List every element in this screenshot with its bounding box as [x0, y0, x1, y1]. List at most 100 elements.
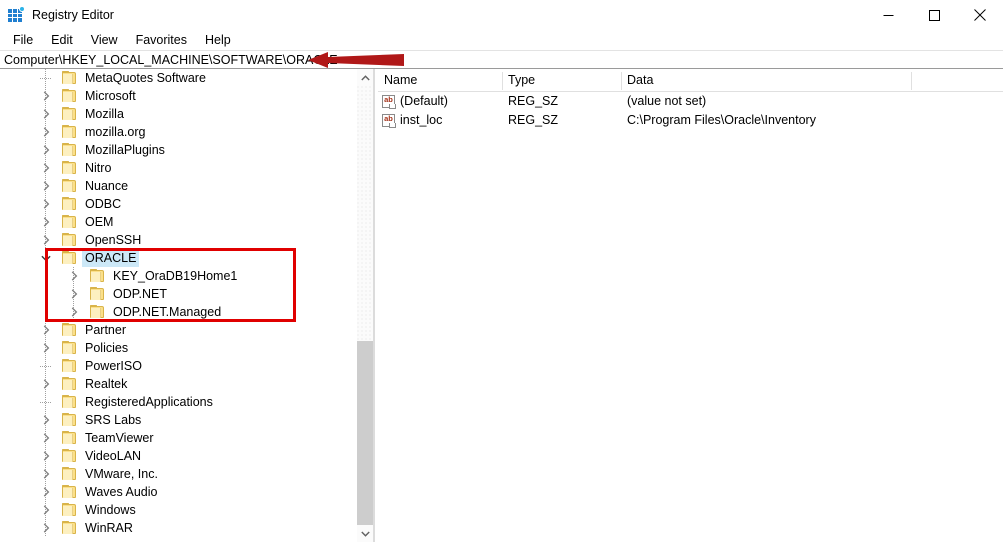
- folder-icon: [62, 125, 78, 139]
- tree-item-oracle[interactable]: ORACLE: [0, 249, 356, 267]
- close-button[interactable]: [957, 0, 1003, 30]
- value-data: C:\Program Files\Oracle\Inventory: [627, 113, 816, 127]
- tree-item-odbc[interactable]: ODBC: [0, 195, 356, 213]
- tree-leaf-spacer: [38, 393, 54, 411]
- folder-icon: [62, 143, 78, 157]
- tree-item-label: OpenSSH: [85, 233, 142, 247]
- scroll-down-arrow-icon[interactable]: [357, 525, 374, 542]
- tree-item-key-oradb19home1[interactable]: KEY_OraDB19Home1: [0, 267, 356, 285]
- maximize-button[interactable]: [911, 0, 957, 30]
- tree-item-mozillaplugins[interactable]: MozillaPlugins: [0, 141, 356, 159]
- column-header-name[interactable]: Name: [378, 69, 417, 92]
- column-divider[interactable]: [911, 72, 912, 90]
- tree-item-metaquotes-software[interactable]: MetaQuotes Software: [0, 69, 356, 87]
- tree-expand-chevron-right-icon[interactable]: [38, 501, 54, 519]
- address-bar[interactable]: Computer\HKEY_LOCAL_MACHINE\SOFTWARE\ORA…: [0, 50, 1003, 69]
- tree-item-odp-net[interactable]: ODP.NET: [0, 285, 356, 303]
- tree-expand-chevron-right-icon[interactable]: [38, 429, 54, 447]
- menu-item-view[interactable]: View: [82, 30, 127, 50]
- column-divider[interactable]: [621, 72, 622, 90]
- scroll-up-arrow-icon[interactable]: [357, 69, 374, 86]
- tree-expand-chevron-right-icon[interactable]: [38, 159, 54, 177]
- folder-icon: [62, 107, 78, 121]
- tree-item-label: RegisteredApplications: [85, 395, 213, 409]
- menu-item-help[interactable]: Help: [196, 30, 240, 50]
- tree-expand-chevron-right-icon[interactable]: [38, 87, 54, 105]
- tree-item-nuance[interactable]: Nuance: [0, 177, 356, 195]
- tree-expand-chevron-right-icon[interactable]: [38, 465, 54, 483]
- registry-value-row[interactable]: ab inst_loc REG_SZ C:\Program Files\Oracle\…: [378, 111, 1003, 130]
- tree-item-mozilla-org[interactable]: mozilla.org: [0, 123, 356, 141]
- tree-expand-chevron-right-icon[interactable]: [66, 285, 82, 303]
- tree-expand-chevron-right-icon[interactable]: [38, 231, 54, 249]
- content-area: MetaQuotes Software Microsoft Mozilla mozil…: [0, 69, 1003, 542]
- folder-icon: [62, 161, 78, 175]
- tree-item-poweriso[interactable]: PowerISO: [0, 357, 356, 375]
- folder-icon: [62, 179, 78, 193]
- folder-icon: [62, 467, 78, 481]
- tree-item-label: Microsoft: [85, 89, 136, 103]
- column-header-type[interactable]: Type: [502, 69, 535, 92]
- tree-item-label: TeamViewer: [85, 431, 154, 445]
- title-bar: Registry Editor: [0, 0, 1003, 30]
- tree-item-label: Partner: [85, 323, 126, 337]
- tree-item-label: Policies: [85, 341, 129, 355]
- tree-item-policies[interactable]: Policies: [0, 339, 356, 357]
- tree-expand-chevron-right-icon[interactable]: [38, 141, 54, 159]
- tree-scrollbar[interactable]: [356, 69, 374, 542]
- menu-item-favorites[interactable]: Favorites: [127, 30, 196, 50]
- tree-expand-chevron-right-icon[interactable]: [38, 213, 54, 231]
- tree-item-winrar[interactable]: WinRAR: [0, 519, 356, 537]
- folder-icon: [62, 251, 78, 265]
- tree-item-label: Nuance: [85, 179, 129, 193]
- tree-collapse-chevron-down-icon[interactable]: [38, 249, 54, 267]
- tree-expand-chevron-right-icon[interactable]: [38, 483, 54, 501]
- tree-item-realtek[interactable]: Realtek: [0, 375, 356, 393]
- minimize-button[interactable]: [865, 0, 911, 30]
- tree-expand-chevron-right-icon[interactable]: [66, 303, 82, 321]
- tree-item-nitro[interactable]: Nitro: [0, 159, 356, 177]
- registry-value-row[interactable]: ab (Default) REG_SZ (value not set): [378, 92, 1003, 111]
- tree-item-windows[interactable]: Windows: [0, 501, 356, 519]
- tree-expand-chevron-right-icon[interactable]: [38, 375, 54, 393]
- tree-expand-chevron-right-icon[interactable]: [38, 195, 54, 213]
- tree-expand-chevron-right-icon[interactable]: [38, 339, 54, 357]
- tree-leaf-spacer: [38, 357, 54, 375]
- tree-expand-chevron-right-icon[interactable]: [66, 267, 82, 285]
- tree-expand-chevron-right-icon[interactable]: [38, 321, 54, 339]
- window-controls: [865, 0, 1003, 30]
- tree-item-label: Mozilla: [85, 107, 124, 121]
- menu-item-edit[interactable]: Edit: [42, 30, 82, 50]
- column-divider[interactable]: [502, 72, 503, 90]
- tree-item-oem[interactable]: OEM: [0, 213, 356, 231]
- tree-item-srs-labs[interactable]: SRS Labs: [0, 411, 356, 429]
- tree-scrollbar-thumb[interactable]: [357, 341, 374, 525]
- tree-item-label: WinRAR: [85, 521, 133, 535]
- tree-item-label: PowerISO: [85, 359, 142, 373]
- folder-icon: [62, 503, 78, 517]
- folder-icon: [62, 521, 78, 535]
- tree-item-odp-net-managed[interactable]: ODP.NET.Managed: [0, 303, 356, 321]
- tree-expand-chevron-right-icon[interactable]: [38, 123, 54, 141]
- tree-item-waves-audio[interactable]: Waves Audio: [0, 483, 356, 501]
- tree-item-videolan[interactable]: VideoLAN: [0, 447, 356, 465]
- column-header-data[interactable]: Data: [621, 69, 653, 92]
- tree-item-openssh[interactable]: OpenSSH: [0, 231, 356, 249]
- folder-icon: [62, 197, 78, 211]
- tree-item-vmware-inc[interactable]: VMware, Inc.: [0, 465, 356, 483]
- tree-item-partner[interactable]: Partner: [0, 321, 356, 339]
- tree-expand-chevron-right-icon[interactable]: [38, 411, 54, 429]
- menu-bar: File Edit View Favorites Help: [0, 30, 1003, 50]
- tree-expand-chevron-right-icon[interactable]: [38, 519, 54, 537]
- tree-item-registeredapplications[interactable]: RegisteredApplications: [0, 393, 356, 411]
- tree-item-mozilla[interactable]: Mozilla: [0, 105, 356, 123]
- menu-item-file[interactable]: File: [4, 30, 42, 50]
- tree-expand-chevron-right-icon[interactable]: [38, 447, 54, 465]
- tree-expand-chevron-right-icon[interactable]: [38, 105, 54, 123]
- registry-editor-icon: [8, 6, 25, 23]
- value-type: REG_SZ: [508, 113, 559, 127]
- tree-item-microsoft[interactable]: Microsoft: [0, 87, 356, 105]
- pane-splitter[interactable]: [373, 69, 375, 542]
- tree-item-teamviewer[interactable]: TeamViewer: [0, 429, 356, 447]
- tree-expand-chevron-right-icon[interactable]: [38, 177, 54, 195]
